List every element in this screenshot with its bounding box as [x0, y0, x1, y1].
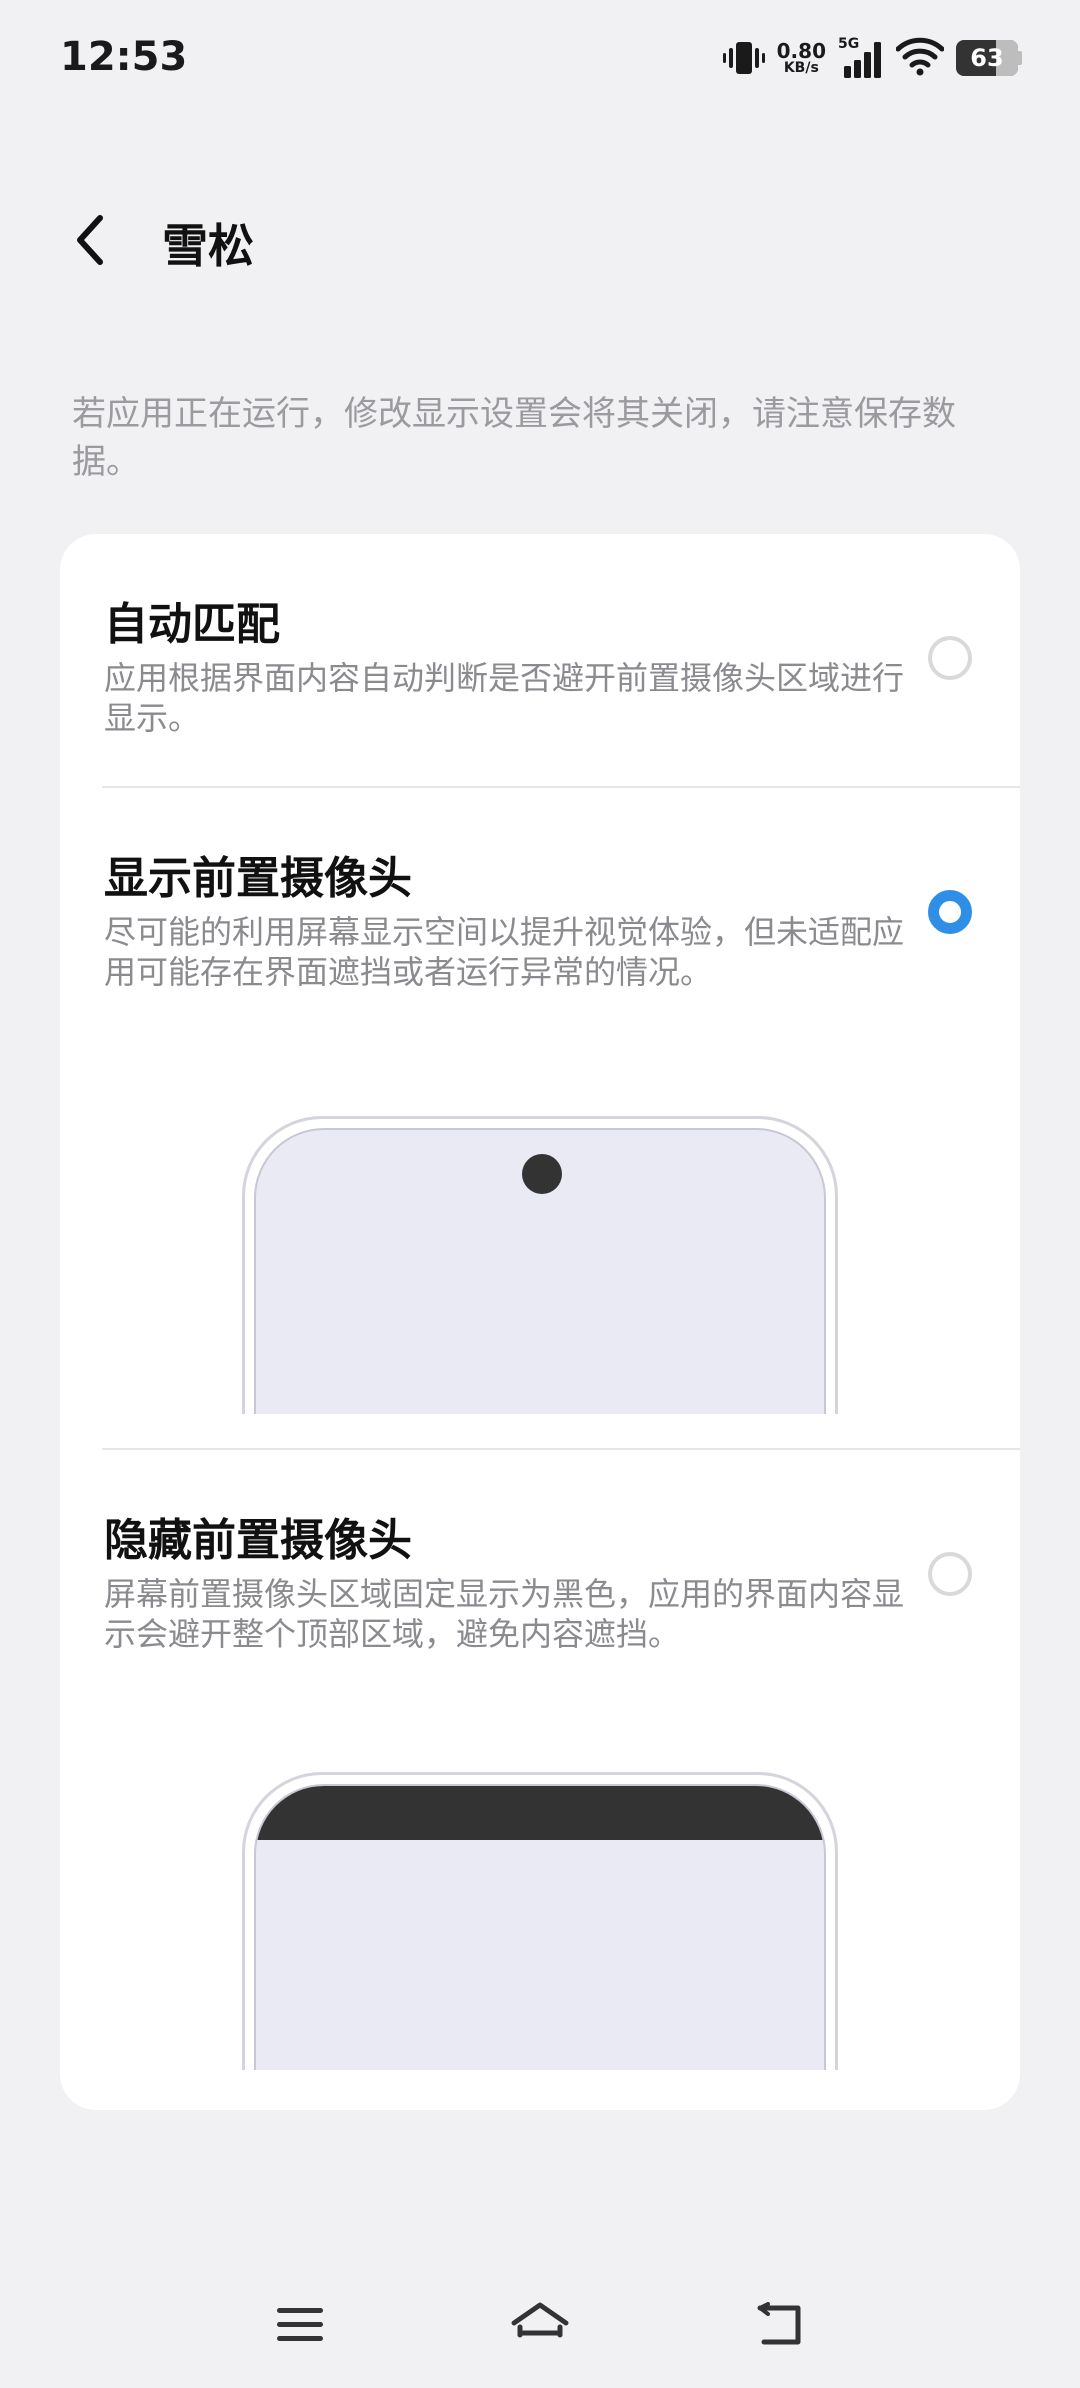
radio-hide-front-camera[interactable] [928, 1552, 972, 1596]
radio-auto-match[interactable] [928, 636, 972, 680]
option-title: 隐藏前置摄像头 [104, 1515, 412, 1566]
chevron-left-icon [77, 215, 103, 265]
option-hide-front-camera[interactable]: 隐藏前置摄像头 屏幕前置摄像头区域固定显示为黑色，应用的界面内容显示会避开整个顶… [60, 1450, 1020, 2110]
option-title: 自动匹配 [104, 599, 280, 650]
phone-screen [254, 1784, 826, 2070]
back-nav-button[interactable] [735, 2280, 825, 2370]
header: 雪松 [0, 180, 1080, 300]
phone-illustration-punch-hole [242, 1116, 838, 1414]
signal-icon: 5G [838, 36, 884, 80]
option-description: 应用根据界面内容自动判断是否避开前置摄像头区域进行显示。 [104, 659, 905, 737]
page-title: 雪松 [162, 219, 254, 273]
status-bar: 12:53 0.80 KB/s 5G 63 [0, 0, 1080, 116]
option-auto-match[interactable]: 自动匹配 应用根据界面内容自动判断是否避开前置摄像头区域进行显示。 [60, 534, 1020, 788]
phone-screen [254, 1128, 826, 1414]
front-camera-dot [522, 1154, 562, 1194]
notice-text: 若应用正在运行，修改显示设置会将其关闭，请注意保存数据。 [72, 394, 956, 482]
wifi-icon [895, 36, 945, 80]
option-show-front-camera[interactable]: 显示前置摄像头 尽可能的利用屏幕显示空间以提升视觉体验，但未适配应用可能存在界面… [60, 788, 1020, 1450]
vibrate-icon [722, 38, 765, 78]
navigation-bar [0, 2280, 1080, 2388]
status-icons: 0.80 KB/s 5G 63 [722, 34, 1022, 82]
menu-icon [277, 2308, 323, 2341]
battery-cap [1018, 51, 1022, 65]
option-description: 尽可能的利用屏幕显示空间以提升视觉体验，但未适配应用可能存在界面遮挡或者运行异常… [104, 913, 905, 991]
battery-level: 63 [970, 44, 1004, 72]
back-button[interactable] [60, 208, 120, 272]
option-title: 显示前置摄像头 [104, 853, 412, 904]
status-time: 12:53 [60, 34, 188, 80]
back-icon [757, 2302, 801, 2345]
net-speed-value: 0.80 [776, 39, 826, 63]
display-options-card: 自动匹配 应用根据界面内容自动判断是否避开前置摄像头区域进行显示。 显示前置摄像… [60, 534, 1020, 2110]
phone-illustration-black-bar [242, 1772, 838, 2070]
home-icon [511, 2302, 569, 2338]
net-speed: 0.80 KB/s [777, 41, 826, 75]
net-speed-unit: KB/s [783, 60, 819, 76]
option-description: 屏幕前置摄像头区域固定显示为黑色，应用的界面内容显示会避开整个顶部区域，避免内容… [104, 1575, 905, 1653]
battery-icon: 63 [956, 40, 1018, 76]
radio-show-front-camera[interactable] [928, 890, 972, 934]
black-top-bar [256, 1786, 824, 1840]
menu-button[interactable] [255, 2280, 345, 2370]
home-button[interactable] [495, 2280, 585, 2370]
